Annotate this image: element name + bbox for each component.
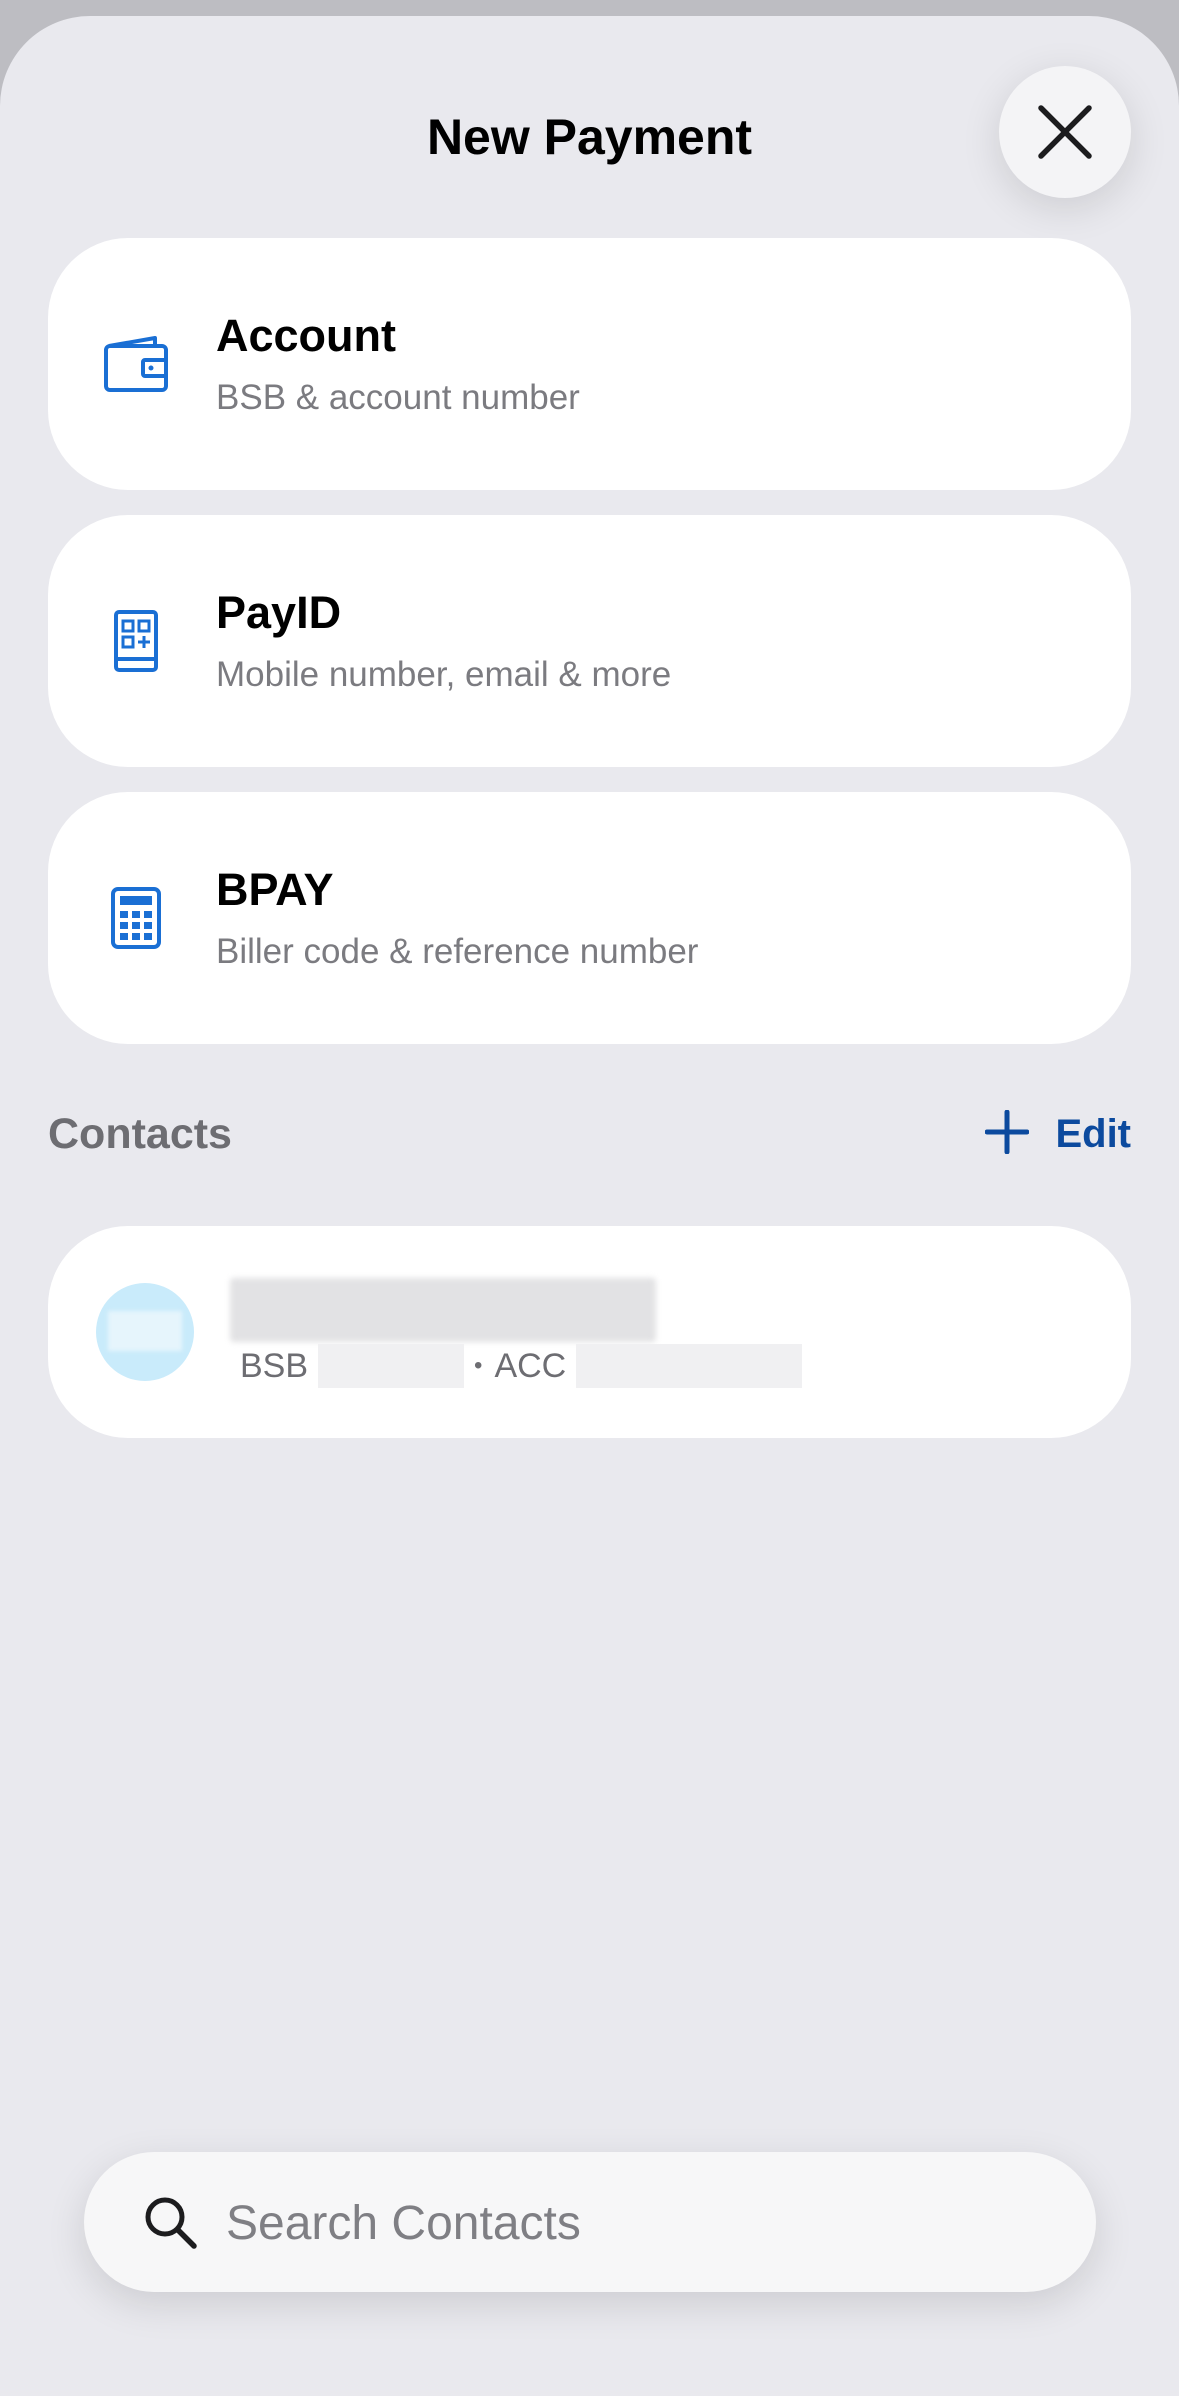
add-contact-button[interactable]: [984, 1109, 1030, 1159]
bsb-label: BSB: [240, 1346, 309, 1385]
option-label: PayID: [216, 587, 342, 638]
wallet-icon: [96, 324, 176, 404]
payment-option-bpay[interactable]: BPAY Biller code & reference number: [48, 792, 1131, 1044]
contact-name-redacted: [230, 1278, 656, 1342]
plus-icon: [984, 1109, 1030, 1155]
option-label: BPAY: [216, 864, 334, 915]
payid-icon: [96, 601, 176, 681]
payment-sheet: New Payment Account BSB & account number: [0, 16, 1179, 2396]
calculator-icon: [96, 878, 176, 958]
contact-list-item[interactable]: BSB • ACC: [48, 1226, 1131, 1438]
search-bar: [84, 2152, 1096, 2292]
avatar: [96, 1283, 194, 1381]
bsb-value-redacted: [318, 1344, 465, 1388]
payment-option-account[interactable]: Account BSB & account number: [48, 238, 1131, 490]
option-label: Account: [216, 310, 396, 361]
close-icon: [1038, 105, 1092, 159]
close-button[interactable]: [999, 66, 1131, 198]
separator-dot: •: [474, 1352, 483, 1379]
option-description: Biller code & reference number: [216, 932, 699, 971]
option-description: BSB & account number: [216, 378, 580, 417]
contact-account-details: BSB • ACC: [240, 1344, 812, 1388]
search-icon: [145, 2197, 197, 2249]
contacts-actions: Edit: [984, 1109, 1131, 1159]
edit-contacts-button[interactable]: Edit: [1055, 1112, 1131, 1157]
search-input[interactable]: [224, 2182, 1048, 2264]
payment-option-payid[interactable]: PayID Mobile number, email & more: [48, 515, 1131, 767]
acc-value-redacted: [576, 1344, 803, 1388]
acc-label: ACC: [494, 1346, 567, 1385]
option-description: Mobile number, email & more: [216, 655, 672, 694]
contacts-heading: Contacts: [48, 1110, 232, 1158]
